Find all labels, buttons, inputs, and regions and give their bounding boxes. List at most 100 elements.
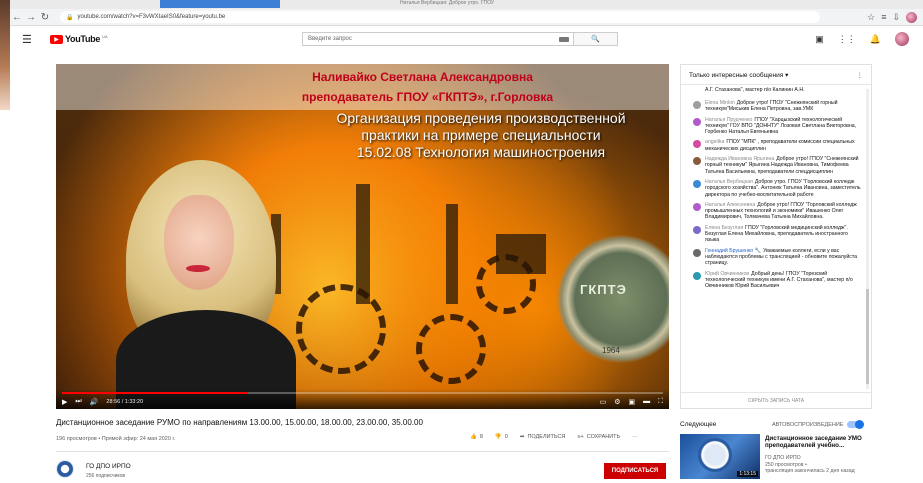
- chat-author-name[interactable]: Наталья Прудченко: [705, 117, 752, 123]
- chat-author-avatar[interactable]: [693, 202, 701, 211]
- chat-message: Наталья Алексеевна Доброе утро! ГПОУ "Гор…: [693, 202, 863, 221]
- chat-author-name[interactable]: Геннадий Брушенко 🔧: [705, 248, 761, 254]
- chat-author-avatar[interactable]: [693, 117, 701, 126]
- chat-author-avatar[interactable]: [693, 140, 701, 149]
- more-icon: ···: [632, 434, 638, 440]
- chat-author-avatar[interactable]: [693, 271, 701, 280]
- like-button[interactable]: 👍 8: [470, 434, 483, 440]
- more-actions-button[interactable]: ···: [632, 434, 638, 440]
- chat-author-name[interactable]: Наталья Алексеевна: [705, 202, 755, 208]
- desktop-background-photo: [0, 0, 10, 110]
- notifications-bell-icon[interactable]: 🔔: [870, 34, 881, 45]
- desktop-notification: Наталья Вербицкая: Доброе утро. ГПОУ: [400, 0, 495, 6]
- browser-toolbar: ← → ↻ 🔒 youtube.com/watch?v=F3vWXtaeIS0&…: [10, 9, 923, 26]
- time-current: 28:56: [106, 399, 121, 405]
- progress-bar[interactable]: [62, 392, 663, 394]
- thumbs-down-icon: 👎: [494, 434, 502, 440]
- dislike-button[interactable]: 👎 0: [495, 434, 508, 440]
- subtitles-icon[interactable]: ▭: [600, 398, 607, 406]
- settings-gear-icon[interactable]: ⚙: [614, 398, 620, 406]
- chat-message-list: А.Г. Стаханова", мастер п/о Калинин А.Н.…: [681, 87, 867, 392]
- fullscreen-icon[interactable]: ⛶: [658, 398, 663, 406]
- chat-message-body: Геннадий Брушенко 🔧 Уважаемые коллеги, ес…: [705, 248, 863, 267]
- apps-icon[interactable]: ⋮⋮: [838, 34, 856, 45]
- thumbs-up-icon: 👍: [470, 434, 477, 440]
- play-icon[interactable]: ▶: [62, 398, 67, 406]
- recommended-meta: ГО ДПО ИРПО 250 просмотров • трансляция …: [765, 455, 875, 475]
- chevron-down-icon: ▾: [785, 71, 789, 79]
- hide-chat-button[interactable]: СКРЫТЬ ЗАПИСЬ ЧАТА: [681, 392, 871, 408]
- autoplay-toggle[interactable]: [847, 420, 865, 429]
- save-button[interactable]: ≡+ СОХРАНИТЬ: [577, 434, 620, 440]
- chat-author-name[interactable]: Юрий Овчинников: [705, 271, 749, 277]
- queue-icon[interactable]: ≡: [881, 12, 886, 22]
- screen: Наталья Вербицкая: Доброе утро. ГПОУ ← →…: [0, 0, 923, 483]
- search-input[interactable]: Введите запрос: [302, 32, 574, 46]
- desktop-background-window: [160, 0, 280, 8]
- video-actions: 👍 8 👎 0 ➦ ПОДЕЛИТЬСЯ ≡+ СОХРАНИТЬ ···: [470, 434, 638, 440]
- profile-avatar[interactable]: [906, 11, 917, 23]
- controls-row: ▶ ⏭ 🔊 28:56 / 1:33:20 ▭ ⚙ ▣ ▬ ⛶: [62, 397, 663, 407]
- chat-message-body: А.Г. Стаханова", мастер п/о Калинин А.Н.: [705, 87, 863, 96]
- miniplayer-icon[interactable]: ▣: [628, 398, 635, 406]
- tower-decor: [446, 204, 458, 304]
- star-icon[interactable]: ☆: [867, 12, 875, 23]
- chat-author-name[interactable]: Елена Безуглая: [705, 225, 743, 231]
- chat-message: Наталья Вербицкая Доброе утро. ГПОУ "Горл…: [693, 179, 863, 198]
- chat-more-icon[interactable]: ⋮: [857, 71, 864, 79]
- save-label: СОХРАНИТЬ: [586, 434, 621, 440]
- recommended-title[interactable]: Дистанционное заседание УМО преподавател…: [765, 435, 875, 449]
- share-button[interactable]: ➦ ПОДЕЛИТЬСЯ: [520, 434, 565, 440]
- video-player[interactable]: Наливайко Светлана Александровна препода…: [56, 64, 669, 409]
- progress-played: [62, 392, 249, 394]
- controls-right: ▭ ⚙ ▣ ▬ ⛶: [600, 398, 663, 406]
- chat-scrollbar[interactable]: [866, 89, 869, 389]
- search-box: Введите запрос 🔍: [302, 32, 618, 46]
- subscribe-button[interactable]: ПОДПИСАТЬСЯ: [604, 463, 666, 479]
- playlist-add-icon: ≡+: [577, 434, 584, 440]
- chat-author-avatar[interactable]: [693, 248, 701, 257]
- youtube-logo[interactable]: ▶ YouTube UA: [50, 34, 108, 44]
- like-count: 8: [479, 434, 483, 440]
- chat-author-name[interactable]: Elena Minkin: [705, 100, 735, 106]
- chat-message-body: Elena Minkin Доброе утро! ГПОУ "Снежнянск…: [705, 100, 863, 113]
- search-button[interactable]: 🔍: [574, 32, 618, 46]
- chat-header: Только интересные сообщения ▾ ⋮: [681, 65, 871, 85]
- recommended-thumbnail[interactable]: 1:13:15: [680, 434, 760, 479]
- back-icon[interactable]: ←: [10, 10, 24, 24]
- time-display: 28:56 / 1:33:20: [106, 399, 144, 405]
- chat-message: А.Г. Стаханова", мастер п/о Калинин А.Н.: [693, 87, 863, 96]
- player-controls: ▶ ⏭ 🔊 28:56 / 1:33:20 ▭ ⚙ ▣ ▬ ⛶: [56, 389, 669, 409]
- chat-message: Наталья Прудченко ГПОУ "Харцызский технол…: [693, 117, 863, 136]
- theater-icon[interactable]: ▬: [643, 398, 650, 406]
- seal-text: ГКПТЭ: [580, 282, 627, 297]
- create-video-icon[interactable]: ▣: [815, 34, 824, 45]
- channel-name[interactable]: ГО ДПО ИРПО: [86, 463, 131, 470]
- overlay-presenter-name: Наливайко Светлана Александровна: [312, 70, 533, 84]
- autoplay-label: АВТОВОСПРОИЗВЕДЕНИЕ: [772, 421, 844, 428]
- play-logo-icon: ▶: [50, 34, 63, 44]
- lock-icon: 🔒: [66, 14, 74, 21]
- downloads-icon[interactable]: ⇩: [892, 12, 900, 23]
- channel-avatar[interactable]: [56, 460, 74, 478]
- volume-icon[interactable]: 🔊: [90, 398, 99, 406]
- address-bar[interactable]: 🔒 youtube.com/watch?v=F3vWXtaeIS0&featur…: [60, 11, 820, 23]
- menu-icon[interactable]: ☰: [22, 33, 36, 46]
- portrait-lips: [186, 265, 210, 272]
- chat-author-avatar[interactable]: [693, 101, 701, 109]
- next-icon[interactable]: ⏭: [75, 398, 81, 406]
- chat-author-avatar[interactable]: [693, 88, 701, 96]
- chat-mode-dropdown[interactable]: Только интересные сообщения ▾: [689, 71, 788, 79]
- gear-decor: [296, 284, 386, 374]
- chat-author-avatar[interactable]: [693, 225, 701, 234]
- chat-scroll-thumb[interactable]: [866, 289, 869, 384]
- search-placeholder: Введите запрос: [308, 36, 352, 42]
- account-avatar[interactable]: [895, 32, 909, 46]
- keyboard-icon[interactable]: [559, 36, 569, 42]
- reload-icon[interactable]: ↻: [38, 10, 52, 24]
- chat-author-avatar[interactable]: [693, 179, 701, 188]
- forward-icon[interactable]: →: [24, 10, 38, 24]
- chat-author-name[interactable]: angelika: [705, 139, 724, 145]
- chat-message-body: Надежда Ивановна Ярыгина Доброе утро! ГПО…: [705, 156, 863, 175]
- chat-author-avatar[interactable]: [693, 157, 701, 166]
